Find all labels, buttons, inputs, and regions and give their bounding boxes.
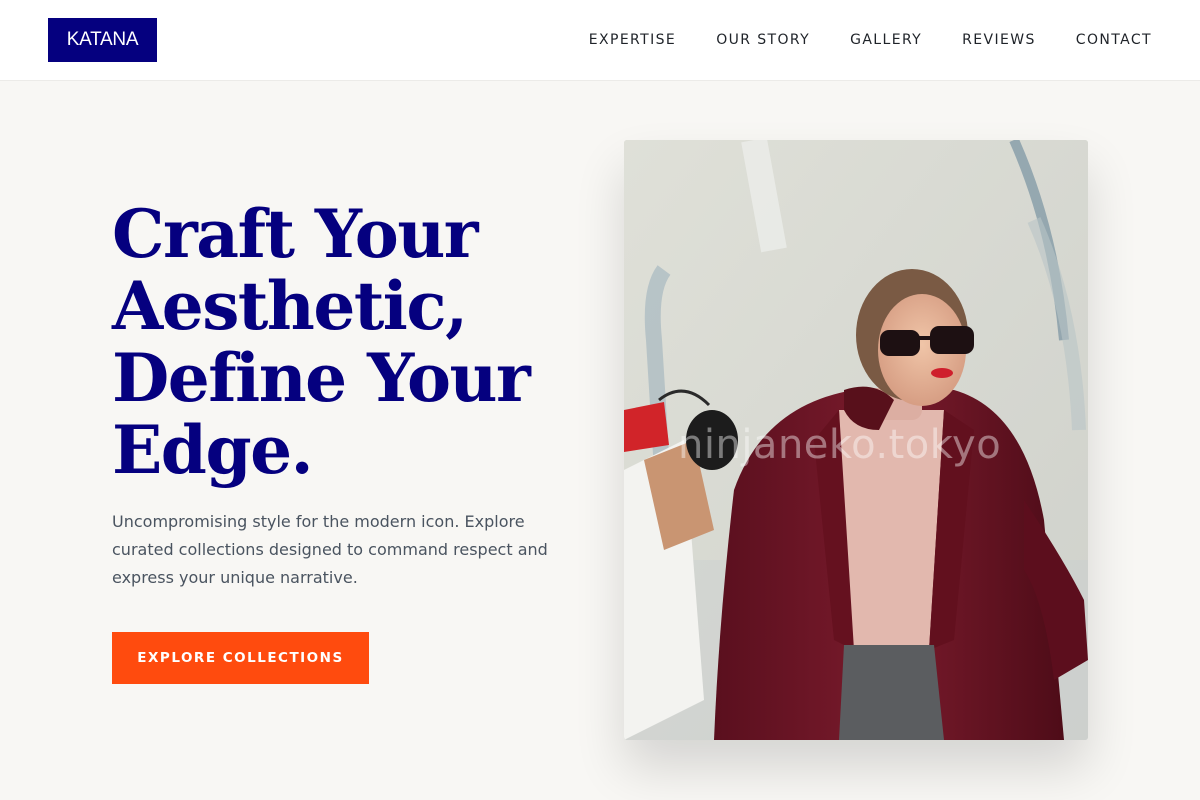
- hero-image: ninjaneko.tokyo: [624, 140, 1088, 740]
- fashion-model-photo: [624, 140, 1088, 740]
- hero-title-line: Craft Your: [112, 195, 479, 273]
- nav-link-contact[interactable]: CONTACT: [1076, 32, 1152, 48]
- katana-logo[interactable]: KATANA: [48, 18, 157, 62]
- hero-subtitle: Uncompromising style for the modern icon…: [112, 512, 548, 587]
- hero-title-line: Aesthetic,: [112, 267, 468, 345]
- main-nav: EXPERTISE OUR STORY GALLERY REVIEWS CONT…: [589, 0, 1152, 80]
- nav-link-reviews[interactable]: REVIEWS: [962, 32, 1036, 48]
- nav-link-our-story[interactable]: OUR STORY: [716, 32, 810, 48]
- hero-title-line: Define Your: [112, 339, 531, 417]
- site-header: KATANA EXPERTISE OUR STORY GALLERY REVIE…: [0, 0, 1200, 81]
- nav-link-gallery[interactable]: GALLERY: [850, 32, 922, 48]
- hero-title-line: Edge.: [112, 411, 314, 489]
- hero-title: Craft Your Aesthetic, Define Your Edge.: [112, 198, 582, 486]
- nav-link-expertise[interactable]: EXPERTISE: [589, 32, 676, 48]
- explore-collections-button[interactable]: EXPLORE COLLECTIONS: [112, 632, 369, 684]
